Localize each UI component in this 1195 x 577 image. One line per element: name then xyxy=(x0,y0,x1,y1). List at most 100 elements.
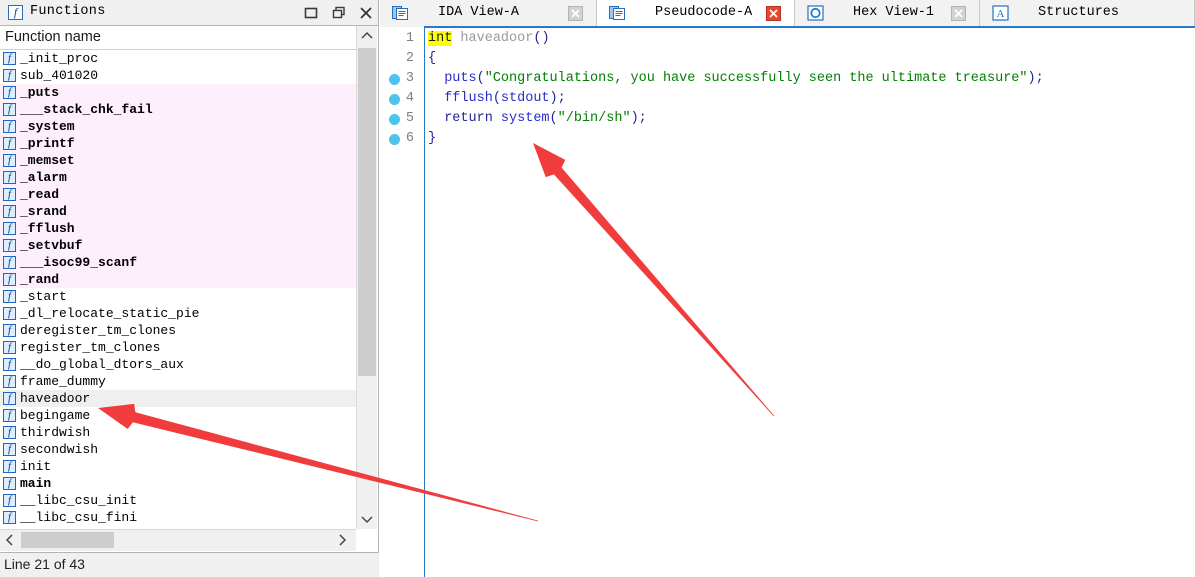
function-list-item[interactable]: f _puts xyxy=(0,84,356,101)
pseudocode-view[interactable]: 1 int haveadoor() 2{3 puts("Congratulation… xyxy=(381,28,1195,577)
close-icon[interactable] xyxy=(357,4,375,22)
function-name-label: _printf xyxy=(20,136,75,151)
function-list-vertical-scrollbar[interactable] xyxy=(356,26,377,529)
function-f-icon: f xyxy=(3,103,16,116)
chevron-left-icon[interactable] xyxy=(0,530,20,550)
function-f-icon: f xyxy=(3,137,16,150)
tab-close-icon[interactable] xyxy=(951,6,966,21)
functions-panel: f Functions Function name f _init_proc f su… xyxy=(0,0,379,577)
function-list-item[interactable]: f frame_dummy xyxy=(0,373,356,390)
function-list-item[interactable]: f _alarm xyxy=(0,169,356,186)
function-list-item[interactable]: f sub_401020 xyxy=(0,67,356,84)
chevron-up-icon[interactable] xyxy=(357,26,377,46)
code-token-keyword: return xyxy=(444,111,493,126)
function-list-item[interactable]: f __libc_csu_fini xyxy=(0,509,356,526)
function-f-icon: f xyxy=(3,120,16,133)
function-f-icon: f xyxy=(3,392,16,405)
function-list[interactable]: f _init_proc f sub_401020 f _puts f ___stack_ch… xyxy=(0,50,356,529)
tab-pseudocode-a[interactable]: Pseudocode-A xyxy=(597,0,795,27)
maximize-icon[interactable] xyxy=(302,4,320,22)
chevron-down-icon[interactable] xyxy=(357,509,377,529)
function-list-item[interactable]: f __do_global_dtors_aux xyxy=(0,356,356,373)
function-name-label: begingame xyxy=(20,408,91,423)
letter-a-icon: A xyxy=(992,5,1009,21)
code-line-text: int haveadoor() xyxy=(428,29,550,49)
document-pages-icon xyxy=(609,5,626,21)
function-f-icon: f xyxy=(3,307,16,320)
function-name-label: _system xyxy=(20,119,75,134)
function-list-horizontal-scrollbar[interactable] xyxy=(0,529,356,551)
function-f-icon: f xyxy=(3,341,16,354)
horizontal-scrollbar-thumb[interactable] xyxy=(21,532,114,548)
column-header-function-name[interactable]: Function name xyxy=(0,26,356,50)
function-list-item[interactable]: f thirdwish xyxy=(0,424,356,441)
function-list-item[interactable]: f main xyxy=(0,475,356,492)
circle-hex-icon xyxy=(807,5,824,21)
status-bar: Line 21 of 43 xyxy=(0,553,379,577)
function-list-item[interactable]: f secondwish xyxy=(0,441,356,458)
function-list-item[interactable]: f deregister_tm_clones xyxy=(0,322,356,339)
function-f-icon: f xyxy=(3,256,16,269)
function-name-label: _alarm xyxy=(20,170,67,185)
function-name-label: thirdwish xyxy=(20,425,91,440)
tab-hex-view-1[interactable]: Hex View-1 xyxy=(795,0,980,27)
function-name-label: deregister_tm_clones xyxy=(20,323,177,338)
function-f-icon: f xyxy=(3,86,16,99)
document-pages-icon xyxy=(392,5,409,21)
chevron-right-icon[interactable] xyxy=(332,530,352,550)
function-list-item[interactable]: f begingame xyxy=(0,407,356,424)
function-name-label: init xyxy=(20,459,52,474)
function-list-item[interactable]: f _read xyxy=(0,186,356,203)
function-list-item[interactable]: f haveadoor xyxy=(0,390,356,407)
function-list-item[interactable]: f _srand xyxy=(0,203,356,220)
tab-ida-view-a[interactable]: IDA View-A xyxy=(380,0,597,27)
function-name-label: ___stack_chk_fail xyxy=(20,102,153,117)
function-f-icon: f xyxy=(3,477,16,490)
function-name-label: _srand xyxy=(20,204,67,219)
function-list-item[interactable]: f _setvbuf xyxy=(0,237,356,254)
function-name-label: _rand xyxy=(20,272,60,287)
functions-body: Function name f _init_proc f sub_401020 f _pu… xyxy=(0,26,379,553)
float-icon[interactable] xyxy=(330,4,348,22)
line-number: 4 xyxy=(405,91,414,106)
function-list-item[interactable]: f _system xyxy=(0,118,356,135)
function-list-item[interactable]: f register_tm_clones xyxy=(0,339,356,356)
function-list-item[interactable]: f init xyxy=(0,458,356,475)
function-list-item[interactable]: f _dl_relocate_static_pie xyxy=(0,305,356,322)
code-token-punc: ); xyxy=(1027,71,1044,86)
function-list-item[interactable]: f __libc_csu_init xyxy=(0,492,356,509)
function-f-icon: f xyxy=(8,5,23,20)
tab-close-icon[interactable] xyxy=(766,6,781,21)
function-f-icon: f xyxy=(3,290,16,303)
code-token-funcname: haveadoor xyxy=(460,31,534,46)
function-list-item[interactable]: f _printf xyxy=(0,135,356,152)
code-token-highlight: int xyxy=(428,31,453,46)
function-f-icon: f xyxy=(3,188,16,201)
tab-structures[interactable]: A Structures xyxy=(980,0,1195,27)
line-number: 2 xyxy=(405,51,414,66)
function-f-icon: f xyxy=(3,443,16,456)
function-f-icon: f xyxy=(3,69,16,82)
function-list-item[interactable]: f _memset xyxy=(0,152,356,169)
code-token-punc: ); xyxy=(630,111,647,126)
code-line-text: } xyxy=(428,129,436,149)
function-name-label: _init_proc xyxy=(20,51,99,66)
function-list-item[interactable]: f _rand xyxy=(0,271,356,288)
function-f-icon: f xyxy=(3,358,16,371)
tab-close-icon[interactable] xyxy=(568,6,583,21)
function-list-item[interactable]: f _fflush xyxy=(0,220,356,237)
function-list-item[interactable]: f ___stack_chk_fail xyxy=(0,101,356,118)
code-token-punc: ( xyxy=(492,91,501,106)
function-list-item[interactable]: f ___isoc99_scanf xyxy=(0,254,356,271)
vertical-scrollbar-thumb[interactable] xyxy=(358,48,376,376)
code-line-text: puts("Congratulations, you have successf… xyxy=(428,69,1044,89)
function-name-label: _memset xyxy=(20,153,75,168)
function-name-label: _dl_relocate_static_pie xyxy=(20,306,200,321)
function-list-item[interactable]: f _start xyxy=(0,288,356,305)
function-list-item[interactable]: f _init_proc xyxy=(0,50,356,67)
line-number: 6 xyxy=(405,131,414,146)
code-line-text: return system("/bin/sh"); xyxy=(428,109,647,129)
function-f-icon: f xyxy=(3,239,16,252)
code-token-string: "/bin/sh" xyxy=(557,111,631,126)
